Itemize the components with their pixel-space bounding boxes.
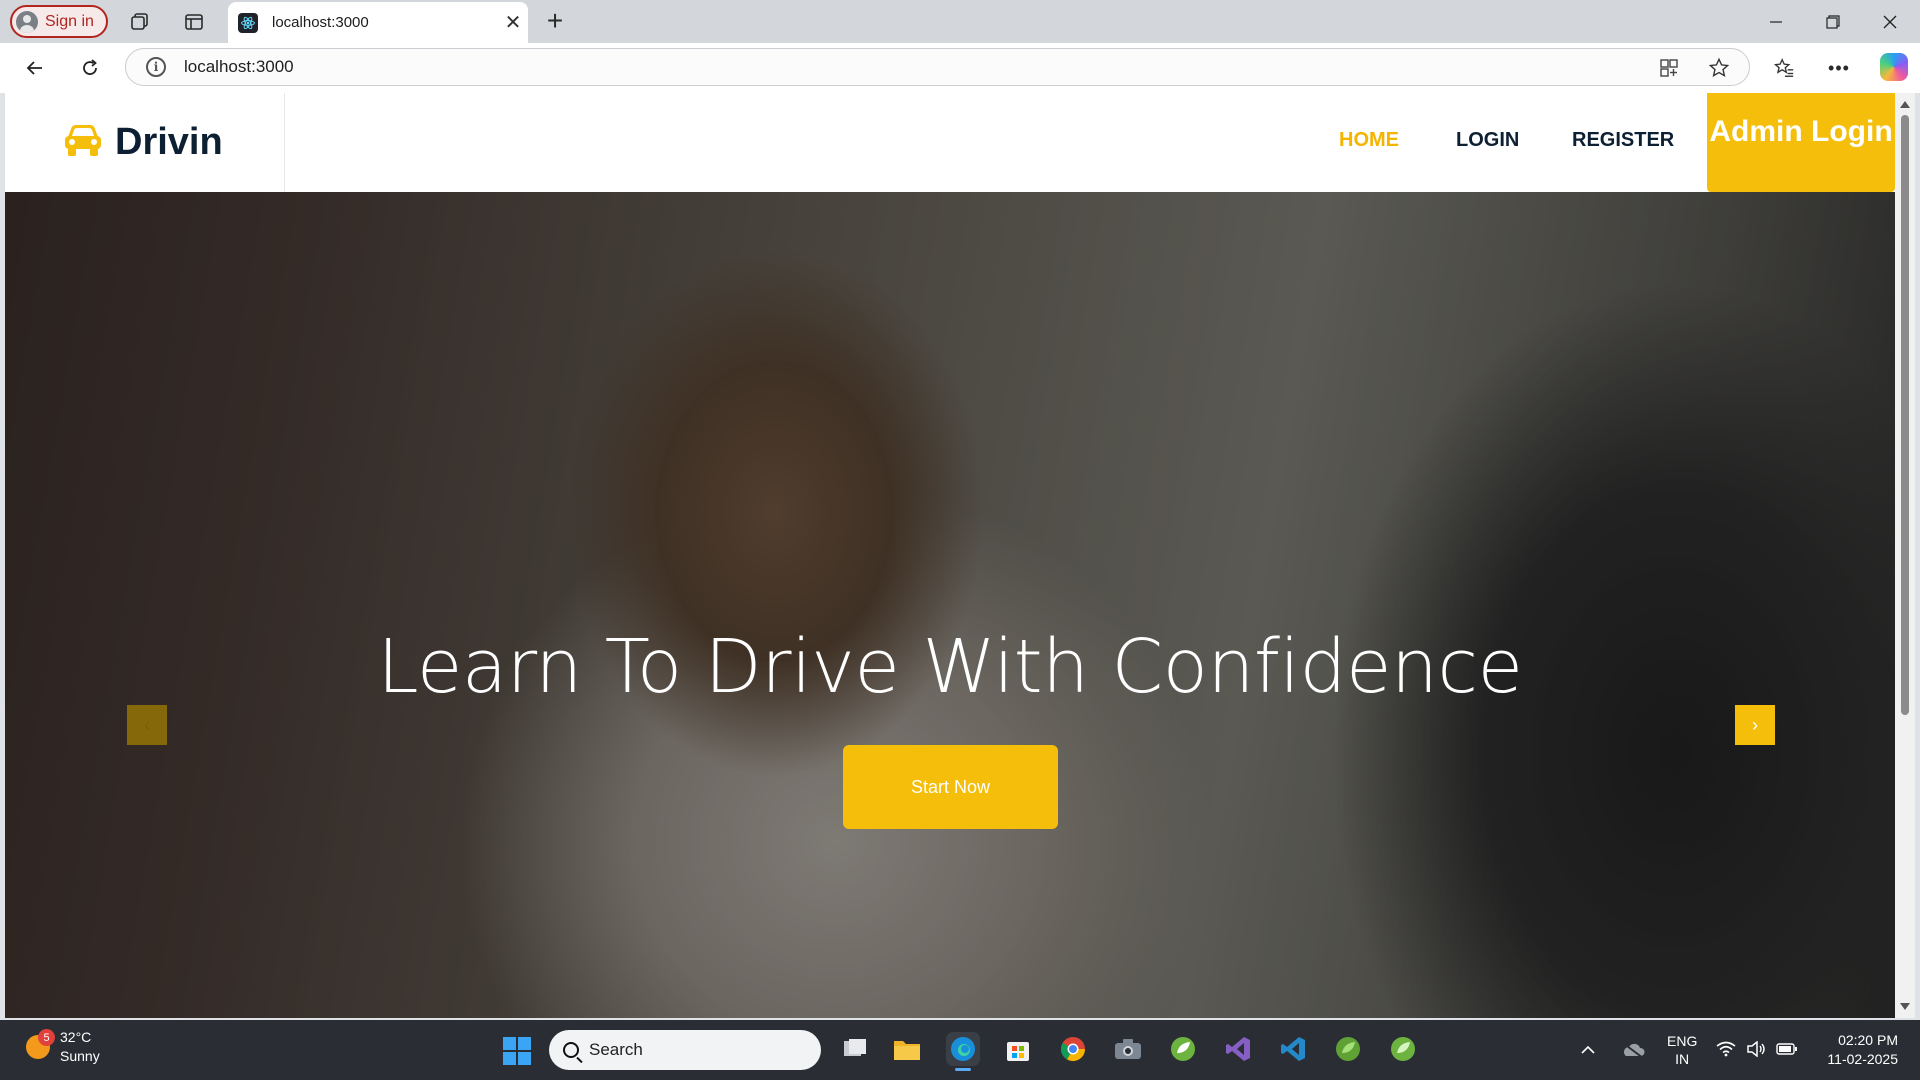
onedrive-icon[interactable] [1620,1020,1646,1080]
hero-image-overlay [5,192,1895,1018]
carousel-next-button[interactable]: › [1735,705,1775,745]
favorite-star-icon[interactable] [1705,54,1733,82]
app-available-icon[interactable] [1655,54,1683,82]
clock-date: 11-02-2025 [1827,1051,1898,1067]
nav-home[interactable]: HOME [1339,129,1399,152]
wifi-icon [1716,1041,1736,1060]
start-now-button[interactable]: Start Now [843,745,1058,829]
sun-icon: 5 [26,1029,55,1059]
url-text[interactable]: localhost:3000 [184,57,294,77]
restore-icon[interactable] [1805,0,1861,43]
region-code: IN [1675,1051,1690,1067]
weather-badge: 5 [38,1029,55,1046]
task-view-icon[interactable] [838,1032,872,1066]
car-icon [63,123,103,162]
vscode-icon[interactable] [1276,1032,1310,1066]
profile-signin-button[interactable]: Sign in [10,5,108,38]
nav-login[interactable]: LOGIN [1456,129,1519,152]
admin-login-button[interactable]: Admin Login [1707,93,1895,192]
back-arrow-icon[interactable] [20,53,50,83]
vertical-tabs-icon[interactable] [180,9,208,35]
scroll-down-icon[interactable] [1900,1003,1910,1010]
profile-avatar-icon [16,10,38,33]
system-status[interactable] [1716,1020,1798,1080]
react-favicon-icon [238,12,258,33]
search-label: Search [589,1040,643,1059]
address-bar[interactable]: i localhost:3000 [125,48,1750,86]
language-indicator[interactable]: ENG IN [1667,1020,1697,1080]
signin-label: Sign in [45,12,94,30]
refresh-icon[interactable] [75,53,105,83]
workspaces-icon[interactable] [126,9,154,35]
chrome-icon[interactable] [1056,1032,1090,1066]
weather-condition: Sunny [60,1048,100,1064]
edge-browser-icon[interactable] [946,1032,980,1066]
search-icon [563,1042,579,1058]
minimize-icon[interactable] [1748,0,1804,43]
active-app-indicator [955,1068,971,1071]
visual-studio-icon[interactable] [1221,1032,1255,1066]
weather-widget[interactable]: 5 32°C Sunny [26,1028,100,1066]
tab-close-icon[interactable]: ✕ [498,10,528,35]
temperature: 32°C [60,1029,92,1045]
site-info-icon[interactable]: i [146,57,166,77]
spring-boot-icon[interactable] [1331,1032,1365,1066]
hero-headline: Learn To Drive With Confidence [377,624,1523,710]
page-scrollbar[interactable] [1895,93,1915,1018]
brand-logo[interactable]: Drivin [5,93,285,192]
tray-overflow-icon[interactable] [1580,1020,1596,1080]
scrollbar-thumb[interactable] [1901,115,1909,715]
site-navbar: Drivin HOME LOGIN REGISTER Admin Login [5,93,1895,192]
hero-carousel: Learn To Drive With Confidence Start Now… [5,192,1895,1018]
new-tab-button[interactable]: + [540,5,570,36]
taskbar-search[interactable]: Search [549,1030,821,1070]
favorites-icon[interactable] [1770,54,1798,82]
volume-icon [1746,1039,1766,1060]
file-explorer-icon[interactable] [890,1032,924,1066]
copilot-icon[interactable] [1880,53,1908,81]
page-viewport: Drivin HOME LOGIN REGISTER Admin Login L… [5,93,1895,1018]
windows-start-icon[interactable] [503,1037,531,1065]
spring-tool-icon[interactable] [1166,1032,1200,1066]
clock-time: 02:20 PM [1838,1032,1898,1048]
system-clock[interactable]: 02:20 PM 11-02-2025 [1827,1031,1898,1069]
nav-register[interactable]: REGISTER [1572,129,1674,152]
tab-title: localhost:3000 [272,14,369,31]
scroll-up-icon[interactable] [1900,101,1910,108]
camera-icon[interactable] [1111,1032,1145,1066]
carousel-prev-button[interactable]: ‹ [127,705,167,745]
more-options-icon[interactable]: ••• [1825,54,1853,82]
battery-icon [1776,1042,1798,1059]
browser-tab-bar: Sign in localhost:3000 ✕ + [0,0,1920,43]
spring-tool-suite-icon[interactable] [1386,1032,1420,1066]
browser-toolbar: i localhost:3000 ••• [0,43,1920,93]
language-code: ENG [1667,1033,1698,1049]
brand-name: Drivin [115,121,223,163]
browser-tab[interactable]: localhost:3000 ✕ [228,2,528,43]
microsoft-store-icon[interactable] [1001,1032,1035,1066]
close-window-icon[interactable] [1862,0,1918,43]
windows-taskbar: 5 32°C Sunny Search ENG IN 02:20 PM 11-0… [0,1020,1920,1080]
